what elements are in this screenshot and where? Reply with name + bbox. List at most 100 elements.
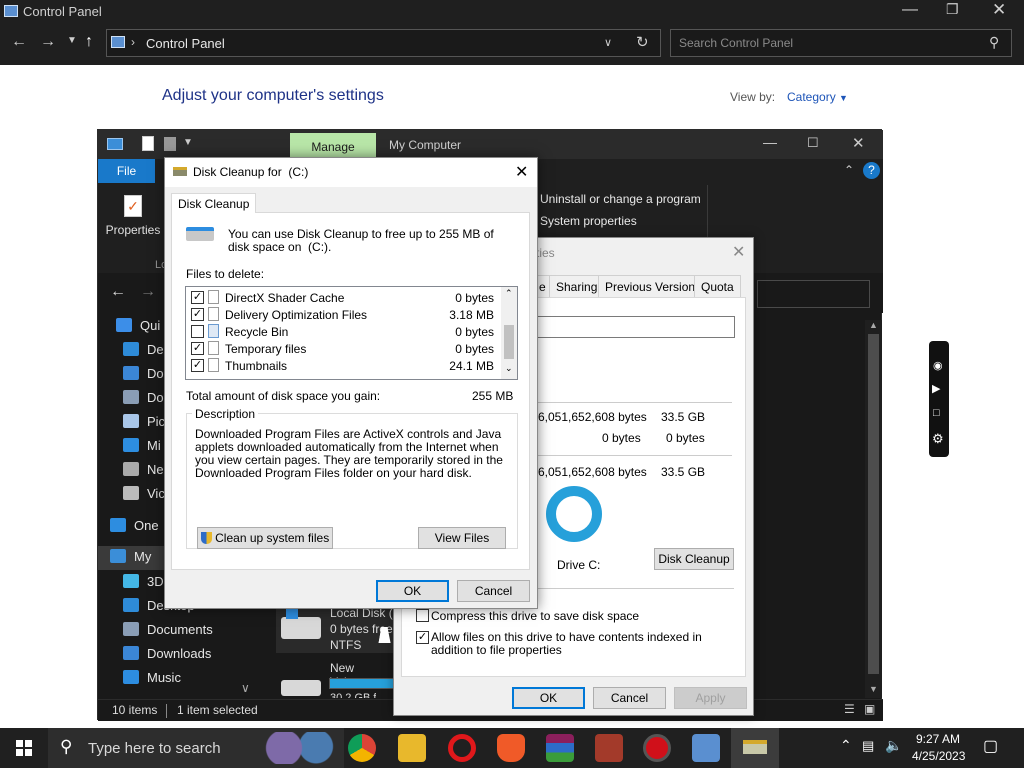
notifications-icon[interactable]: ▢: [983, 736, 998, 756]
address-dropdown-icon[interactable]: ∨: [604, 36, 612, 49]
drive-item-new-volume[interactable]: New Volume 30.2 GB f: [276, 658, 396, 698]
forward-arrow-icon[interactable]: →: [40, 33, 56, 51]
sidebar-item[interactable]: Do: [123, 390, 164, 414]
disk-cleanup-button[interactable]: Disk Cleanup: [654, 548, 734, 570]
file-list-row[interactable]: ✓ Delivery Optimization Files 3.18 MB: [186, 306, 504, 323]
index-checkbox[interactable]: ✓: [416, 631, 429, 644]
explorer-forward-icon[interactable]: →: [140, 283, 156, 301]
list-scroll-up-icon[interactable]: ⌃: [505, 288, 513, 299]
search-input[interactable]: Search Control Panel ⚲: [670, 29, 1012, 57]
winrar-icon[interactable]: [546, 734, 574, 762]
file-list-row[interactable]: ✓ Temporary files 0 bytes: [186, 340, 504, 357]
explorer-scrollbar[interactable]: ▲ ▼: [865, 320, 882, 698]
file-checkbox[interactable]: [191, 325, 204, 338]
camera-icon[interactable]: ◉: [933, 359, 943, 372]
help-icon[interactable]: ?: [863, 162, 880, 179]
active-app-highlight[interactable]: [731, 728, 779, 768]
tab-disk-cleanup[interactable]: Disk Cleanup: [171, 193, 257, 213]
video-icon[interactable]: ▶: [932, 382, 940, 395]
files-to-delete-list[interactable]: ✓ DirectX Shader Cache 0 bytes ✓ Delivery Op…: [185, 286, 518, 380]
game-app-icon[interactable]: [595, 734, 623, 762]
tab-sharing[interactable]: Sharing: [549, 275, 605, 297]
brave-icon[interactable]: [497, 734, 525, 762]
system-properties-link[interactable]: System properties: [540, 214, 637, 228]
back-arrow-icon[interactable]: ←: [11, 33, 27, 51]
file-explorer-icon[interactable]: [398, 734, 426, 762]
scroll-thumb[interactable]: [868, 334, 879, 674]
tray-chevron-icon[interactable]: ⌃: [840, 737, 852, 754]
properties-cancel-button[interactable]: Cancel: [593, 687, 666, 709]
scroll-up-icon[interactable]: ▲: [869, 320, 878, 330]
explorer-back-icon[interactable]: ←: [110, 283, 126, 301]
clean-up-system-files-button[interactable]: Clean up system files: [197, 527, 333, 549]
disk-cleanup-ok-button[interactable]: OK: [376, 580, 449, 602]
clock-time[interactable]: 9:27 AM: [916, 732, 960, 746]
sidebar-item[interactable]: Ne: [123, 462, 164, 486]
refresh-icon[interactable]: ↻: [636, 33, 649, 51]
screens-icon[interactable]: □: [933, 407, 940, 419]
disk-cleanup-cancel-button[interactable]: Cancel: [457, 580, 530, 602]
control-panel-taskbar-icon[interactable]: [692, 734, 720, 762]
explorer-search-box[interactable]: [757, 280, 870, 308]
file-checkbox[interactable]: ✓: [191, 308, 204, 321]
quick-access-dropdown-icon[interactable]: ▼: [183, 137, 193, 148]
search-icon[interactable]: ⚲: [989, 34, 999, 51]
properties-ribbon-button[interactable]: ✓ Properties: [104, 191, 162, 247]
explorer-maximize-icon[interactable]: ☐: [807, 135, 819, 151]
sidebar-item[interactable]: Vic: [123, 486, 165, 510]
sidebar-item[interactable]: 3D: [123, 574, 164, 598]
file-checkbox[interactable]: ✓: [191, 342, 204, 355]
file-list-row[interactable]: ✓ Thumbnails 24.1 MB: [186, 357, 504, 374]
list-scroll-thumb[interactable]: [504, 325, 514, 359]
new-folder-quick-icon[interactable]: [164, 137, 176, 151]
list-scroll-down-icon[interactable]: ⌄: [505, 363, 513, 374]
maximize-icon[interactable]: ❐: [946, 1, 959, 18]
sidebar-item[interactable]: Mi: [123, 438, 161, 462]
recent-chevron-icon[interactable]: ▼: [67, 35, 77, 46]
details-view-icon[interactable]: ☰: [844, 702, 855, 716]
tab-previous-versions[interactable]: Previous Versions: [598, 275, 709, 297]
properties-ok-button[interactable]: OK: [512, 687, 585, 709]
clock-date[interactable]: 4/25/2023: [912, 749, 965, 763]
sidebar-item[interactable]: Music: [123, 670, 181, 694]
sidebar-item[interactable]: De: [123, 342, 164, 366]
file-tab[interactable]: File: [98, 159, 155, 183]
address-box[interactable]: › Control Panel ∨ ↻: [106, 29, 661, 57]
properties-close-icon[interactable]: ✕: [732, 242, 745, 262]
breadcrumb[interactable]: Control Panel: [146, 36, 225, 51]
view-by-dropdown[interactable]: Category ▼: [787, 90, 848, 104]
settings-gear-icon[interactable]: ⚙: [932, 431, 944, 447]
opera-icon[interactable]: [448, 734, 476, 762]
minimize-icon[interactable]: —: [902, 1, 918, 19]
drive-name-field[interactable]: [532, 316, 735, 338]
network-icon[interactable]: ▤: [862, 738, 874, 754]
drive-item-c[interactable]: Local Disk ( 0 bytes free NTFS: [276, 603, 396, 653]
file-list-row[interactable]: Recycle Bin 0 bytes: [186, 323, 504, 340]
scroll-down-icon[interactable]: ▼: [869, 684, 878, 694]
up-arrow-icon[interactable]: ↑: [85, 33, 93, 51]
uninstall-program-link[interactable]: Uninstall or change a program: [540, 192, 701, 206]
sidebar-item[interactable]: One: [110, 518, 159, 542]
sidebar-item[interactable]: Pic: [123, 414, 165, 438]
sidebar-item[interactable]: Do: [123, 366, 164, 390]
file-list-scrollbar[interactable]: ⌃ ⌄: [501, 287, 517, 379]
sidebar-scroll-down-icon[interactable]: ∨: [241, 681, 250, 695]
chrome-icon[interactable]: [348, 734, 376, 762]
file-checkbox[interactable]: ✓: [191, 359, 204, 372]
collapse-ribbon-icon[interactable]: ⌃: [844, 163, 854, 177]
recorder-icon[interactable]: [643, 734, 671, 762]
tab-quota[interactable]: Quota: [694, 275, 741, 297]
explorer-minimize-icon[interactable]: —: [763, 134, 777, 150]
file-checkbox[interactable]: ✓: [191, 291, 204, 304]
disk-cleanup-close-icon[interactable]: ✕: [515, 162, 528, 182]
view-files-button[interactable]: View Files: [418, 527, 506, 549]
explorer-close-icon[interactable]: ✕: [852, 134, 865, 152]
sidebar-item[interactable]: Downloads: [123, 646, 211, 670]
sidebar-item[interactable]: Qui: [116, 318, 160, 342]
close-icon[interactable]: ✕: [992, 0, 1006, 20]
volume-icon[interactable]: 🔈: [885, 737, 902, 754]
start-windows-icon[interactable]: [16, 740, 32, 756]
sidebar-item[interactable]: Documents: [123, 622, 213, 646]
manage-tab[interactable]: Manage: [290, 133, 376, 159]
file-list-row[interactable]: ✓ DirectX Shader Cache 0 bytes: [186, 289, 504, 306]
